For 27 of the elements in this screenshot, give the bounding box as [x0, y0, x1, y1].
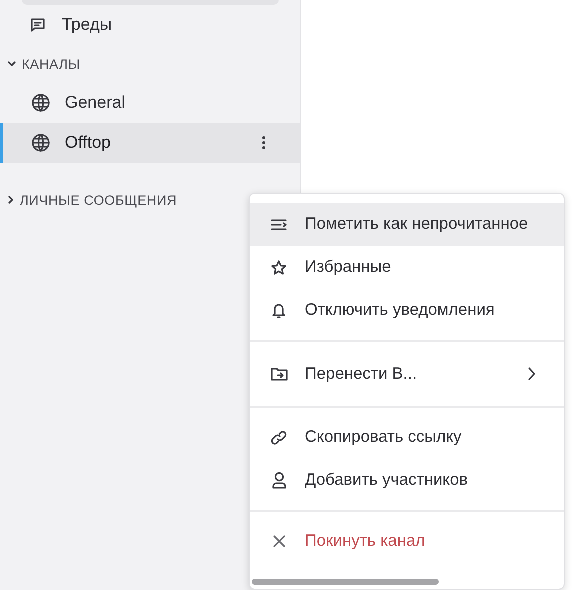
menu-item[interactable]: Перенести В...: [250, 350, 564, 398]
menu-item[interactable]: Скопировать ссылку: [250, 416, 564, 459]
globe-icon: [31, 133, 51, 153]
menu-item[interactable]: Добавить участников: [250, 459, 564, 502]
person-icon: [272, 472, 286, 489]
menu-item[interactable]: Избранные: [250, 246, 564, 289]
link-icon: [271, 430, 287, 446]
more-options-icon[interactable]: [262, 136, 266, 150]
channel-item[interactable]: Offtop: [0, 123, 300, 163]
lines-icon: [271, 218, 287, 230]
section-title[interactable]: ЛИЧНЫЕ СООБЩЕНИЯ: [20, 192, 177, 208]
star-icon: [271, 260, 287, 276]
folder-icon: [270, 367, 288, 381]
message-icon: [30, 17, 46, 33]
close-icon: [272, 535, 286, 548]
scrollbar[interactable]: [252, 579, 439, 585]
menu-item[interactable]: Отключить уведомления: [250, 289, 564, 332]
chevron-right-icon[interactable]: [8, 196, 14, 204]
threads-item[interactable]: Треды: [0, 5, 300, 45]
section-title[interactable]: КАНАЛЫ: [22, 56, 81, 72]
menu-item[interactable]: Пометить как непрочитанное: [250, 203, 564, 246]
chevron-right-icon: [528, 367, 536, 381]
channel-item[interactable]: General: [0, 83, 300, 123]
bell-icon: [272, 302, 286, 319]
chevron-down-icon[interactable]: [8, 61, 16, 67]
menu-item[interactable]: Покинуть канал: [250, 520, 564, 563]
globe-icon: [31, 93, 51, 113]
